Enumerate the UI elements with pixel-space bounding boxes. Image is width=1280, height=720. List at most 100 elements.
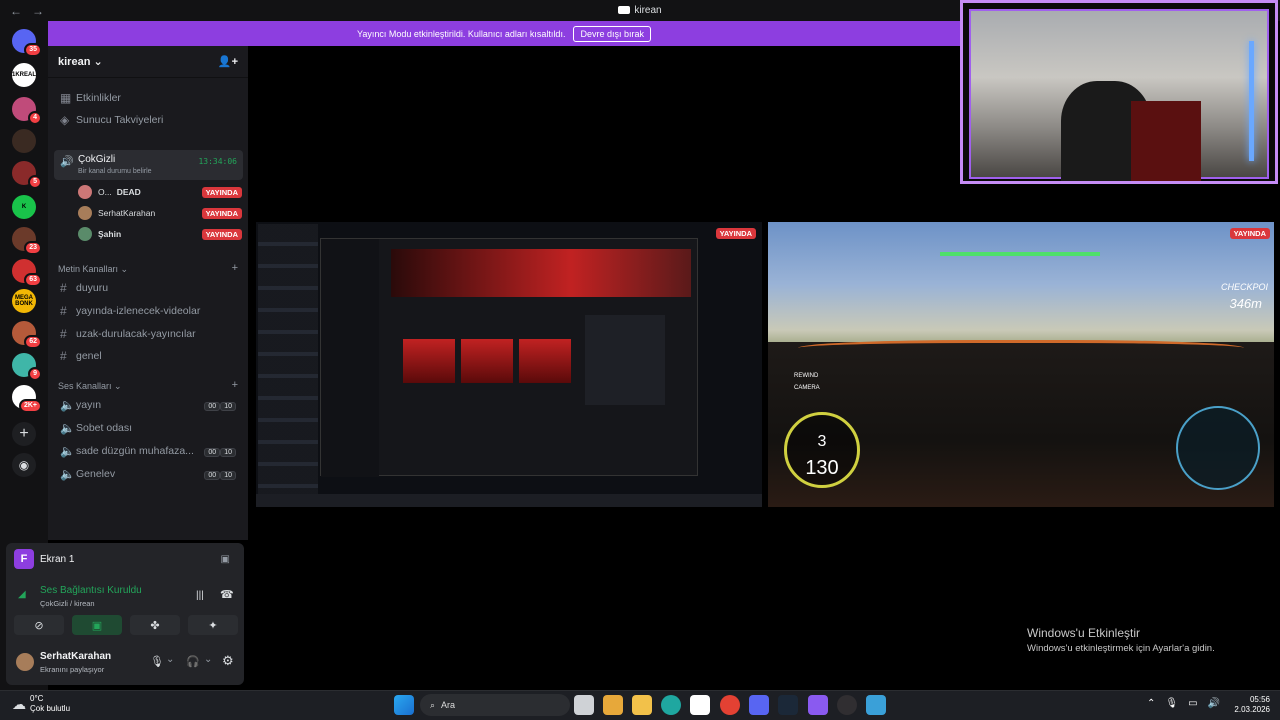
add-channel-icon[interactable]: +	[232, 262, 238, 274]
speaker-icon: 🔈	[60, 421, 75, 435]
distance-label: 346m	[1229, 296, 1262, 311]
connection-channel[interactable]: ÇokGizli / kirean	[40, 599, 95, 608]
server-icon[interactable]: 62	[12, 321, 42, 349]
activities-button[interactable]: ✤	[130, 615, 180, 635]
weather-desc: Çok bulutlu	[30, 704, 71, 713]
server-icon[interactable]: 35	[12, 29, 42, 57]
disconnect-icon[interactable]: ☎	[220, 588, 234, 601]
task-view-icon[interactable]	[574, 695, 594, 715]
channel-name: sade düzgün muhafaza...	[76, 445, 194, 457]
text-channel[interactable]: # yayında-izlenecek-videolar	[54, 301, 242, 321]
server-label: K	[21, 204, 27, 210]
gear-icon[interactable]: ⚙	[222, 653, 234, 669]
screen-share-button[interactable]: ▣	[72, 615, 122, 635]
camera-toggle-button[interactable]: ⊘	[14, 615, 64, 635]
server-label: 1KREAL	[12, 72, 37, 78]
speaker-icon: 🔈	[60, 467, 75, 481]
add-server-icon[interactable]: +	[12, 422, 36, 446]
server-icon[interactable]: 5	[12, 161, 42, 189]
forward-arrow-icon[interactable]: →	[32, 4, 44, 18]
edge-icon[interactable]	[661, 695, 681, 715]
server-icon[interactable]: K	[12, 195, 36, 219]
chevron-down-icon[interactable]: ⌄	[204, 654, 212, 665]
mention-badge: 2K+	[18, 399, 42, 413]
stream-tile-desktop[interactable]: YAYINDA	[256, 222, 762, 507]
text-channel[interactable]: # duyuru	[54, 278, 242, 298]
volume-icon[interactable]: 🔊	[1208, 698, 1220, 709]
voice-user[interactable]: SerhatKarahan YAYINDA	[78, 204, 242, 222]
live-badge: YAYINDA	[201, 228, 242, 240]
voice-category[interactable]: Ses Kanalları ⌄	[58, 381, 122, 392]
server-icon[interactable]: 23	[12, 227, 42, 255]
voice-channel-icon: 🔊	[60, 156, 74, 168]
voice-channel[interactable]: 🔈 sade düzgün muhafaza... 00 10	[54, 441, 242, 461]
steam-icon[interactable]	[778, 695, 798, 715]
server-icon[interactable]: 1KREAL	[12, 63, 36, 87]
invite-user-icon[interactable]: 👤+	[218, 55, 238, 68]
text-category[interactable]: Metin Kanalları ⌄	[58, 264, 128, 275]
live-badge: YAYINDA	[1229, 228, 1270, 239]
user-limit: 00 10	[204, 399, 236, 411]
file-explorer-icon[interactable]	[632, 695, 652, 715]
channel-name: Genelev	[76, 468, 116, 480]
voice-channel[interactable]: 🔈 Genelev 00 10	[54, 464, 242, 484]
disable-streamer-mode-button[interactable]: Devre dışı bırak	[573, 25, 651, 42]
server-icon[interactable]: 63	[12, 259, 42, 287]
system-tray: ⌃ 🎙 ▭ 🔊	[1147, 698, 1220, 709]
user-status: Ekranını paylaşıyor	[40, 665, 105, 674]
text-channel[interactable]: # uzak-durulacak-yayıncılar	[54, 324, 242, 344]
voice-channel[interactable]: 🔈 yayın 00 10	[54, 395, 242, 415]
taskbar-search[interactable]: ⌕ Ara	[420, 694, 570, 716]
obs-icon[interactable]	[837, 695, 857, 715]
server-icon[interactable]: 2K+	[12, 385, 42, 413]
chevron-up-icon[interactable]: ⌃	[1147, 698, 1155, 709]
microphone-icon[interactable]: 🎙	[150, 655, 164, 668]
server-icon[interactable]	[12, 129, 36, 153]
network-icon[interactable]: ▭	[1188, 698, 1197, 709]
discord-icon[interactable]	[749, 695, 769, 715]
channel-status[interactable]: Bir kanal durumu belirle	[78, 168, 152, 175]
server-icon[interactable]: 9	[12, 353, 42, 381]
voice-user[interactable]: Şahin YAYINDA	[78, 225, 242, 243]
server-boosts-item[interactable]: ◈ Sunucu Takviyeleri	[54, 110, 242, 130]
hash-icon: #	[60, 327, 67, 341]
store-icon[interactable]	[690, 695, 710, 715]
start-icon[interactable]	[394, 695, 414, 715]
voice-channel[interactable]: 🔈 Sobet odası	[54, 418, 242, 438]
minimap	[1176, 406, 1260, 490]
user-max: 10	[220, 402, 236, 411]
game-icon[interactable]	[866, 695, 886, 715]
server-icon[interactable]: MEGA BONK	[12, 289, 36, 313]
screen-share-row[interactable]: F Ekran 1 ▣	[14, 549, 236, 569]
widgets-icon[interactable]	[603, 695, 623, 715]
category-label: Metin Kanalları	[58, 264, 119, 274]
events-item[interactable]: ▦ Etkinlikler	[54, 88, 242, 108]
mention-badge: 63	[24, 273, 42, 287]
active-voice-channel[interactable]: 🔊 ÇokGizli Bir kanal durumu belirle 13:3…	[54, 150, 243, 180]
text-channel[interactable]: # genel	[54, 346, 242, 366]
weather-widget[interactable]: ☁ 0°C Çok bulutlu	[12, 694, 70, 714]
clock[interactable]: 05:56 2.03.2026	[1234, 695, 1270, 715]
rewind-label: REWIND	[794, 373, 819, 379]
guild-header[interactable]: kirean ⌄ 👤+	[48, 46, 248, 78]
back-arrow-icon[interactable]: ←	[10, 4, 22, 18]
close-screen-icon[interactable]: ▣	[221, 554, 230, 565]
server-icon[interactable]: 4	[12, 97, 42, 125]
chrome-icon[interactable]	[720, 695, 740, 715]
microphone-icon[interactable]: 🎙	[1165, 698, 1178, 709]
voice-user[interactable]: O... DEAD YAYINDA	[78, 183, 242, 201]
discover-icon[interactable]: ◉	[12, 453, 36, 477]
headphones-icon[interactable]: 🎧	[186, 655, 200, 668]
chevron-down-icon[interactable]: ⌄	[166, 654, 174, 665]
noise-suppression-icon[interactable]: |||	[196, 590, 204, 601]
camera-off-icon: ⊘	[34, 619, 44, 632]
category-label: Ses Kanalları	[58, 381, 112, 391]
user-max: 10	[220, 471, 236, 480]
chevron-down-icon: ⌄	[93, 56, 103, 68]
app-icon[interactable]	[808, 695, 828, 715]
user-area[interactable]: SerhatKarahan Ekranını paylaşıyor 🎙 ⌄ 🎧 …	[14, 649, 236, 677]
connection-status[interactable]: Ses Bağlantısı Kuruldu	[40, 585, 142, 596]
add-channel-icon[interactable]: +	[232, 379, 238, 391]
stream-tile-game[interactable]: 3 130 346m CHECKPOI REWIND CAMERA YAYIND…	[768, 222, 1274, 507]
soundboard-button[interactable]: ✦	[188, 615, 238, 635]
